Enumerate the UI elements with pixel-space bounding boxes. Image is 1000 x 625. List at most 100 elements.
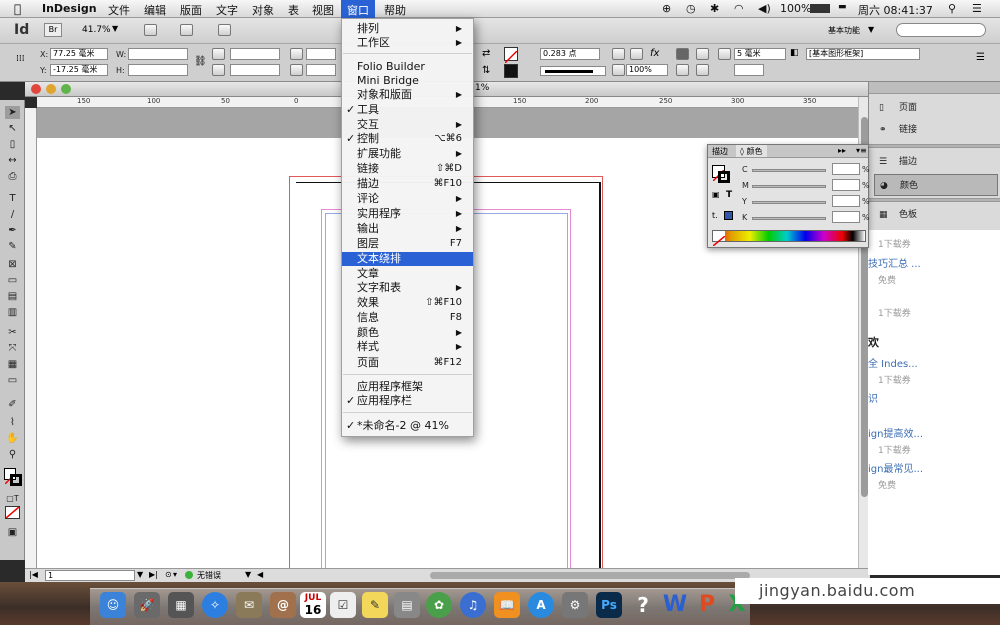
notification-center-icon[interactable]: ☰ — [972, 2, 982, 15]
window-menu-item[interactable]: 链接 ⇧⌘D — [342, 162, 473, 176]
scale-x-field[interactable] — [230, 48, 280, 60]
spacing-field[interactable]: 5 毫米 — [734, 48, 786, 60]
object-style-dropdown[interactable]: [基本图形框架] — [806, 48, 920, 60]
ibooks-icon[interactable]: 📖 — [494, 592, 520, 618]
window-menu-item[interactable]: 交互 ▶ — [342, 118, 473, 132]
scale-y-field[interactable] — [230, 64, 280, 76]
cyan-field[interactable] — [832, 163, 860, 175]
close-window-icon[interactable] — [31, 84, 41, 94]
none-swatch-icon[interactable] — [712, 231, 726, 247]
window-menu-item[interactable]: 扩展功能 ▶ — [342, 147, 473, 161]
yellow-slider[interactable] — [752, 201, 826, 204]
gradient-feather-tool-icon[interactable]: ▭ — [5, 374, 20, 387]
shear-field[interactable] — [306, 64, 336, 76]
preflight-dropdown-icon[interactable]: ▾ — [173, 570, 177, 579]
text-wrap-bbox-icon[interactable] — [696, 48, 709, 60]
h-field[interactable] — [128, 64, 188, 76]
cyan-slider[interactable] — [752, 169, 826, 172]
note-tool-icon[interactable]: ✐ — [5, 398, 20, 411]
corner-shape-dropdown[interactable] — [734, 64, 764, 76]
magenta-slider[interactable] — [752, 185, 826, 188]
zoom-dropdown-icon[interactable]: ▼ — [112, 24, 118, 33]
hscroll-left-icon[interactable]: ◀ — [257, 570, 263, 579]
menu-help[interactable]: 帮助 — [384, 2, 406, 18]
container-icon[interactable]: ▣ — [712, 190, 720, 199]
formatting-affects-container-icon[interactable]: ▢T — [5, 492, 20, 505]
page-dropdown-icon[interactable]: ▼ — [137, 570, 143, 579]
rotate-icon[interactable] — [290, 48, 303, 60]
calendar-icon[interactable]: JUL 16 — [300, 592, 326, 618]
battery-icon[interactable] — [810, 4, 830, 13]
bridge-button[interactable]: Br — [44, 23, 62, 37]
x-field[interactable]: 77.25 毫米 — [50, 48, 108, 60]
color-panel-button[interactable]: ◕ 颜色 — [874, 174, 998, 196]
constrain-proportions-icon[interactable]: ⛓ — [194, 56, 207, 67]
scissors-tool-icon[interactable]: ✂ — [5, 326, 20, 339]
selection-tool-icon[interactable]: ➤ — [5, 106, 20, 119]
window-menu-item[interactable]: 图层 F7 — [342, 237, 473, 251]
workspace-dropdown-icon[interactable]: ▼ — [868, 25, 874, 34]
horizontal-grid-tool-icon[interactable]: ▤ — [5, 290, 20, 303]
apple-icon[interactable]:  — [14, 2, 21, 16]
opacity-field[interactable]: 100% — [626, 64, 668, 76]
creative-cloud-icon[interactable]: ⊕ — [662, 2, 671, 15]
stroke-weight-field[interactable]: 0.283 点 — [540, 48, 600, 60]
volume-icon[interactable]: ◀) — [758, 2, 771, 15]
window-menu-item[interactable]: ✓ 工具 — [342, 103, 473, 117]
pages-panel-button[interactable]: ▯ 页面 — [869, 97, 1000, 119]
window-menu-item[interactable]: 效果 ⇧⌘F10 — [342, 296, 473, 310]
swatches-panel-button[interactable]: ▦ 色板 — [869, 204, 1000, 226]
menu-edit[interactable]: 编辑 — [144, 2, 166, 18]
menu-layout[interactable]: 版面 — [180, 2, 202, 18]
system-preferences-icon[interactable]: ⚙ — [562, 592, 588, 618]
direct-selection-tool-icon[interactable]: ↖ — [5, 122, 20, 135]
unknown-app-icon[interactable]: ? — [630, 592, 656, 618]
menu-window[interactable]: 窗口 — [341, 0, 375, 18]
spacing-icon[interactable] — [718, 48, 731, 60]
workspace-switcher[interactable]: 基本功能 — [828, 25, 860, 36]
time-machine-icon[interactable]: ◷ — [686, 2, 696, 15]
free-transform-tool-icon[interactable]: ⤧ — [5, 342, 20, 355]
window-menu-item[interactable]: 排列 ▶ — [342, 22, 473, 36]
mail-icon[interactable]: ✉ — [236, 592, 262, 618]
fill-swatch-icon[interactable] — [504, 47, 518, 64]
pencil-tool-icon[interactable]: ✎ — [5, 240, 20, 253]
web-link[interactable]: ign提高效... — [868, 425, 923, 440]
window-menu-item[interactable]: Mini Bridge — [342, 74, 473, 88]
hand-tool-icon[interactable]: ✋ — [5, 432, 20, 445]
horizontal-scroll-thumb[interactable] — [430, 572, 750, 579]
facetime-icon[interactable]: ✿ — [426, 592, 452, 618]
web-link[interactable]: 识 — [868, 390, 878, 405]
object-style-icon[interactable]: ◧ — [790, 48, 799, 58]
magenta-field[interactable] — [832, 179, 860, 191]
finder-icon[interactable]: ☺ — [100, 592, 126, 618]
preflight-menu-icon[interactable]: ▼ — [245, 570, 251, 579]
yellow-field[interactable] — [832, 195, 860, 207]
web-link[interactable]: ign最常见... — [868, 460, 923, 475]
zoom-tool-icon[interactable]: ⚲ — [5, 448, 20, 461]
stroke-proxy-icon[interactable] — [718, 171, 730, 183]
cmyk-mode-icon[interactable] — [724, 211, 733, 220]
control-panel-menu-icon[interactable]: ☰ — [976, 52, 985, 63]
photoshop-icon[interactable]: Ps — [596, 592, 622, 618]
notes-icon[interactable]: ✎ — [362, 592, 388, 618]
stroke-swatch-icon[interactable] — [504, 64, 518, 78]
scale-y-icon[interactable] — [212, 64, 225, 76]
panel-menu-icon[interactable]: ▾≡ — [856, 146, 867, 155]
rectangle-frame-tool-icon[interactable]: ⊠ — [5, 258, 20, 271]
window-menu-item[interactable]: 页面 ⌘F12 — [342, 356, 473, 370]
shear-icon[interactable] — [290, 64, 303, 76]
bluetooth-icon[interactable]: ✱ — [710, 2, 719, 15]
itunes-icon[interactable]: ♫ — [460, 592, 486, 618]
app-store-icon[interactable]: A — [528, 592, 554, 618]
wifi-icon[interactable]: ◠ — [734, 2, 744, 15]
menu-object[interactable]: 对象 — [252, 2, 274, 18]
type-tool-icon[interactable]: T — [5, 192, 20, 205]
line-tool-icon[interactable]: / — [5, 208, 20, 221]
powerpoint-icon[interactable]: P — [694, 592, 720, 618]
web-link[interactable]: 技巧汇总 ... — [868, 255, 921, 270]
tool-stroke-icon[interactable] — [10, 474, 22, 486]
menu-app-name[interactable]: InDesign — [42, 2, 97, 15]
stroke-panel-button[interactable]: ☰ 描边 — [869, 151, 1000, 173]
window-menu-item[interactable]: 颜色 ▶ — [342, 326, 473, 340]
